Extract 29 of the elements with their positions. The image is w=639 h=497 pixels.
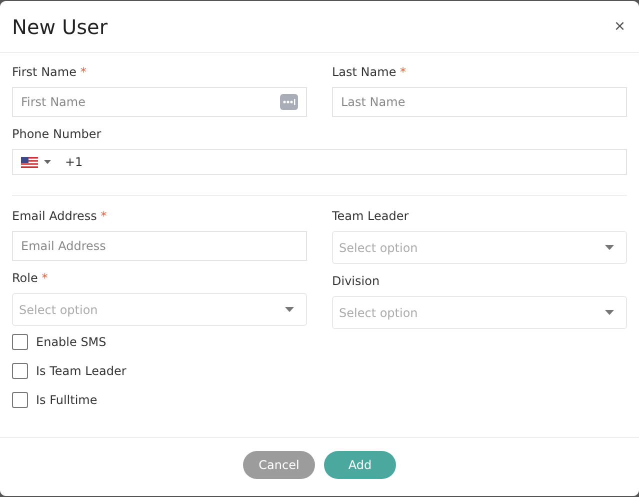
first-name-field[interactable]: First Name bbox=[12, 87, 307, 117]
checkbox[interactable] bbox=[12, 363, 28, 379]
field-label: Role * bbox=[12, 271, 49, 287]
field-label: Email Address * bbox=[12, 209, 108, 225]
field-label: First Name * bbox=[12, 65, 88, 81]
phone-field[interactable]: +1 bbox=[12, 149, 627, 175]
caret-icon bbox=[605, 310, 614, 315]
checkbox-label: Is Fulltime bbox=[36, 393, 98, 407]
caret-icon bbox=[605, 245, 614, 250]
checkbox[interactable] bbox=[12, 334, 28, 350]
field-label: Team Leader bbox=[332, 209, 410, 225]
dialog-title: New User bbox=[12, 14, 108, 38]
field-label: Phone Number bbox=[12, 127, 102, 143]
close-button[interactable]: × bbox=[612, 16, 627, 37]
last-name-field[interactable]: Last Name bbox=[332, 87, 627, 117]
email-field[interactable]: Email Address bbox=[12, 231, 307, 261]
checkbox[interactable] bbox=[12, 392, 28, 408]
checkbox-label: Is Team Leader bbox=[36, 364, 126, 378]
flag-icon[interactable] bbox=[21, 156, 38, 168]
select-dropdown[interactable]: Select option bbox=[332, 231, 627, 264]
caret-icon[interactable] bbox=[44, 160, 51, 164]
checkbox-label: Enable SMS bbox=[36, 335, 106, 349]
select-dropdown[interactable]: Select option bbox=[12, 293, 307, 326]
cancel-button[interactable]: Cancel bbox=[243, 451, 315, 479]
caret-icon bbox=[285, 307, 294, 312]
add-button[interactable]: Add bbox=[324, 451, 396, 479]
select-dropdown[interactable]: Select option bbox=[332, 296, 627, 329]
field-label: Last Name * bbox=[332, 65, 408, 81]
field-label: Division bbox=[332, 274, 381, 290]
